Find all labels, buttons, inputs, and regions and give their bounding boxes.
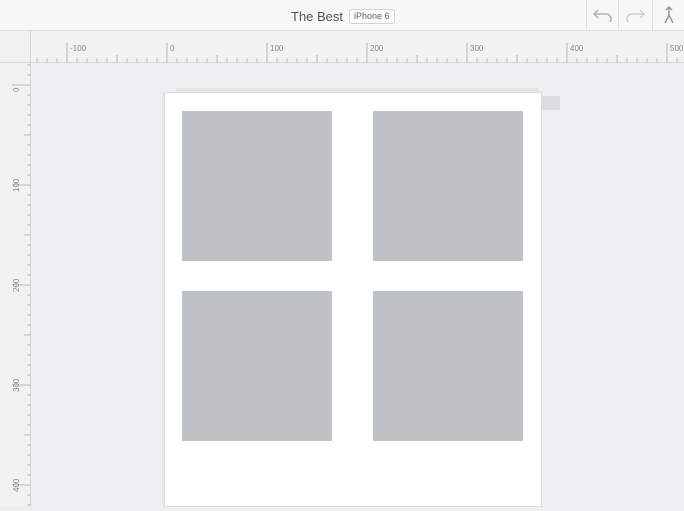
vruler-label: 0 [12,87,21,92]
horizontal-ruler-ticks: -100 0 100 200 300 400 500 [36,43,684,63]
ruler-corner [0,31,31,63]
redo-icon [625,9,645,22]
artboard[interactable] [165,93,541,506]
image-placeholder-2[interactable] [373,111,523,261]
share-button[interactable] [652,0,684,30]
undo-icon [592,9,612,22]
hruler-label: 300 [470,44,484,53]
hruler-label: -100 [70,44,87,53]
hruler-label: 0 [170,44,175,53]
vertical-ruler[interactable]: 0 100 200 300 400 [0,63,31,506]
undo-button[interactable] [586,0,618,30]
vertical-ruler-ticks: 0 100 200 300 400 [12,64,31,506]
vruler-label: 100 [12,178,21,192]
document-title[interactable]: The Best [291,9,343,24]
share-icon [663,6,674,24]
image-placeholder-3[interactable] [182,291,332,441]
vruler-label: 400 [12,478,21,492]
hruler-label: 100 [270,44,284,53]
title-group: The Best iPhone 6 [291,7,395,25]
hruler-label: 400 [570,44,584,53]
hruler-label: 500 [670,44,684,53]
artboard-resize-handle[interactable] [541,96,560,110]
device-badge[interactable]: iPhone 6 [349,8,395,24]
hruler-label: 200 [370,44,384,53]
vruler-label: 200 [12,278,21,292]
image-placeholder-4[interactable] [373,291,523,441]
redo-button[interactable] [618,0,650,30]
horizontal-ruler[interactable]: -100 0 100 200 300 400 500 [31,31,684,63]
top-toolbar: The Best iPhone 6 [0,0,684,31]
vruler-label: 300 [12,378,21,392]
image-placeholder-1[interactable] [182,111,332,261]
